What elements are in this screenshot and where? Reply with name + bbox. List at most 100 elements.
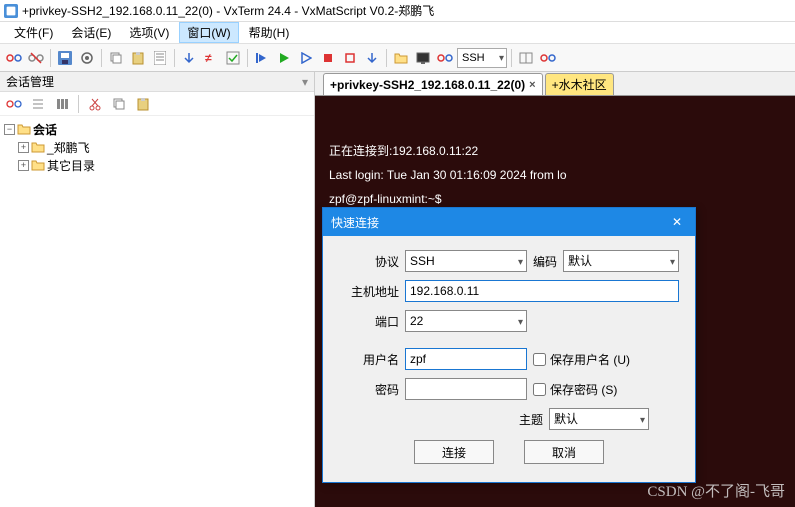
tab-inactive[interactable]: +水木社区 (545, 73, 614, 95)
bars-icon[interactable] (52, 94, 72, 114)
toolbar: ≠ SSH (0, 44, 795, 72)
folder-icon[interactable] (391, 48, 411, 68)
save-user-checkbox[interactable]: 保存用户名 (U) (533, 351, 630, 368)
separator (511, 49, 512, 67)
tree-label: 其它目录 (47, 157, 95, 174)
theme-combo[interactable]: 默认 (549, 408, 649, 430)
expand-icon[interactable]: + (18, 160, 29, 171)
close-icon[interactable]: ✕ (667, 212, 687, 232)
down-arrow-icon[interactable] (179, 48, 199, 68)
protocol-label: 协议 (339, 253, 399, 270)
collapse-icon[interactable]: − (4, 124, 15, 135)
separator (50, 49, 51, 67)
menu-session[interactable]: 会话(E) (63, 22, 119, 43)
link3-icon[interactable] (538, 48, 558, 68)
separator (101, 49, 102, 67)
copy-icon[interactable] (106, 48, 126, 68)
dialog-body: 协议 SSH 编码 默认 主机地址 端口 22 用户名 保存用户名 (U) 密码… (323, 236, 695, 482)
terminal-prompt: zpf@zpf-linuxmint:~$ (329, 192, 442, 206)
cancel-button[interactable]: 取消 (524, 440, 604, 464)
unlink-icon[interactable] (26, 48, 46, 68)
encoding-label: 编码 (533, 253, 557, 270)
theme-label: 主题 (519, 411, 543, 428)
port-combo[interactable]: 22 (405, 310, 527, 332)
lines-icon[interactable] (28, 94, 48, 114)
link-icon[interactable] (4, 48, 24, 68)
tab-strip: +privkey-SSH2_192.168.0.11_22(0) × +水木社区 (315, 72, 795, 96)
sidebar-title: 会话管理 (6, 73, 54, 90)
cut-icon[interactable] (85, 94, 105, 114)
terminal-line: Last login: Tue Jan 30 01:16:09 2024 fro… (329, 168, 567, 182)
svg-text:≠: ≠ (205, 51, 212, 65)
sidebar: 会话管理 ▾ − 会话 + _郑鹏飞 + (0, 72, 315, 507)
dialog-title: 快速连接 (331, 214, 379, 231)
session-tree: − 会话 + _郑鹏飞 + 其它目录 (0, 116, 314, 178)
play-alt-icon[interactable] (296, 48, 316, 68)
layout-icon[interactable] (516, 48, 536, 68)
menu-window[interactable]: 窗口(W) (179, 22, 238, 43)
save-pass-checkbox[interactable]: 保存密码 (S) (533, 381, 617, 398)
connect-button[interactable]: 连接 (414, 440, 494, 464)
prev-icon[interactable] (252, 48, 272, 68)
copy2-icon[interactable] (109, 94, 129, 114)
tree-label: _郑鹏飞 (47, 139, 90, 156)
settings-icon[interactable] (77, 48, 97, 68)
quick-connect-dialog: 快速连接 ✕ 协议 SSH 编码 默认 主机地址 端口 22 用户名 保存用户名… (322, 207, 696, 483)
folder-open-icon (17, 123, 31, 135)
folder-icon (31, 141, 45, 153)
port-label: 端口 (339, 313, 399, 330)
separator (174, 49, 175, 67)
tree-root-label: 会话 (33, 121, 57, 138)
sidebar-header: 会话管理 ▾ (0, 72, 314, 92)
password-input[interactable] (405, 378, 527, 400)
checkbox[interactable] (533, 383, 546, 396)
tree-item-other[interactable]: + 其它目录 (18, 156, 310, 174)
window-title: +privkey-SSH2_192.168.0.11_22(0) - VxTer… (22, 2, 434, 19)
check-settings-icon[interactable] (223, 48, 243, 68)
protocol-combo[interactable]: SSH (405, 250, 527, 272)
menu-help[interactable]: 帮助(H) (241, 22, 298, 43)
menu-file[interactable]: 文件(F) (6, 22, 61, 43)
encoding-combo[interactable]: 默认 (563, 250, 679, 272)
sidebar-toolbar (0, 92, 314, 116)
window-titlebar: +privkey-SSH2_192.168.0.11_22(0) - VxTer… (0, 0, 795, 22)
tree-item-zpf[interactable]: + _郑鹏飞 (18, 138, 310, 156)
separator (386, 49, 387, 67)
app-icon (4, 4, 18, 18)
folder-icon (31, 159, 45, 171)
toolbar-protocol-combo[interactable]: SSH (457, 48, 507, 68)
user-label: 用户名 (339, 351, 399, 368)
expand-icon[interactable]: + (18, 142, 29, 153)
password-label: 密码 (339, 381, 399, 398)
screen-icon[interactable] (413, 48, 433, 68)
tab-label: +水木社区 (552, 76, 607, 93)
stop-icon[interactable] (318, 48, 338, 68)
tree-root[interactable]: − 会话 (4, 120, 310, 138)
separator (247, 49, 248, 67)
menu-options[interactable]: 选项(V) (121, 22, 177, 43)
paste-icon[interactable] (128, 48, 148, 68)
paste2-icon[interactable] (133, 94, 153, 114)
host-input[interactable] (405, 280, 679, 302)
save-icon[interactable] (55, 48, 75, 68)
link2-icon[interactable] (435, 48, 455, 68)
link-small-icon[interactable] (4, 94, 24, 114)
close-icon[interactable]: × (529, 79, 535, 91)
separator (78, 95, 79, 113)
chevron-down-icon[interactable]: ▾ (302, 75, 308, 89)
stop-alt-icon[interactable] (340, 48, 360, 68)
tab-active[interactable]: +privkey-SSH2_192.168.0.11_22(0) × (323, 73, 543, 95)
checkbox[interactable] (533, 353, 546, 366)
dialog-titlebar[interactable]: 快速连接 ✕ (323, 208, 695, 236)
terminal-line: 正在连接到:192.168.0.11:22 (329, 144, 478, 158)
menubar: 文件(F) 会话(E) 选项(V) 窗口(W) 帮助(H) (0, 22, 795, 44)
user-input[interactable] (405, 348, 527, 370)
play-icon[interactable] (274, 48, 294, 68)
checkbox-label: 保存密码 (S) (550, 381, 617, 398)
doc-icon[interactable] (150, 48, 170, 68)
host-label: 主机地址 (339, 283, 399, 300)
down2-icon[interactable] (362, 48, 382, 68)
checkbox-label: 保存用户名 (U) (550, 351, 630, 368)
not-equal-icon[interactable]: ≠ (201, 48, 221, 68)
tab-label: +privkey-SSH2_192.168.0.11_22(0) (330, 78, 525, 92)
